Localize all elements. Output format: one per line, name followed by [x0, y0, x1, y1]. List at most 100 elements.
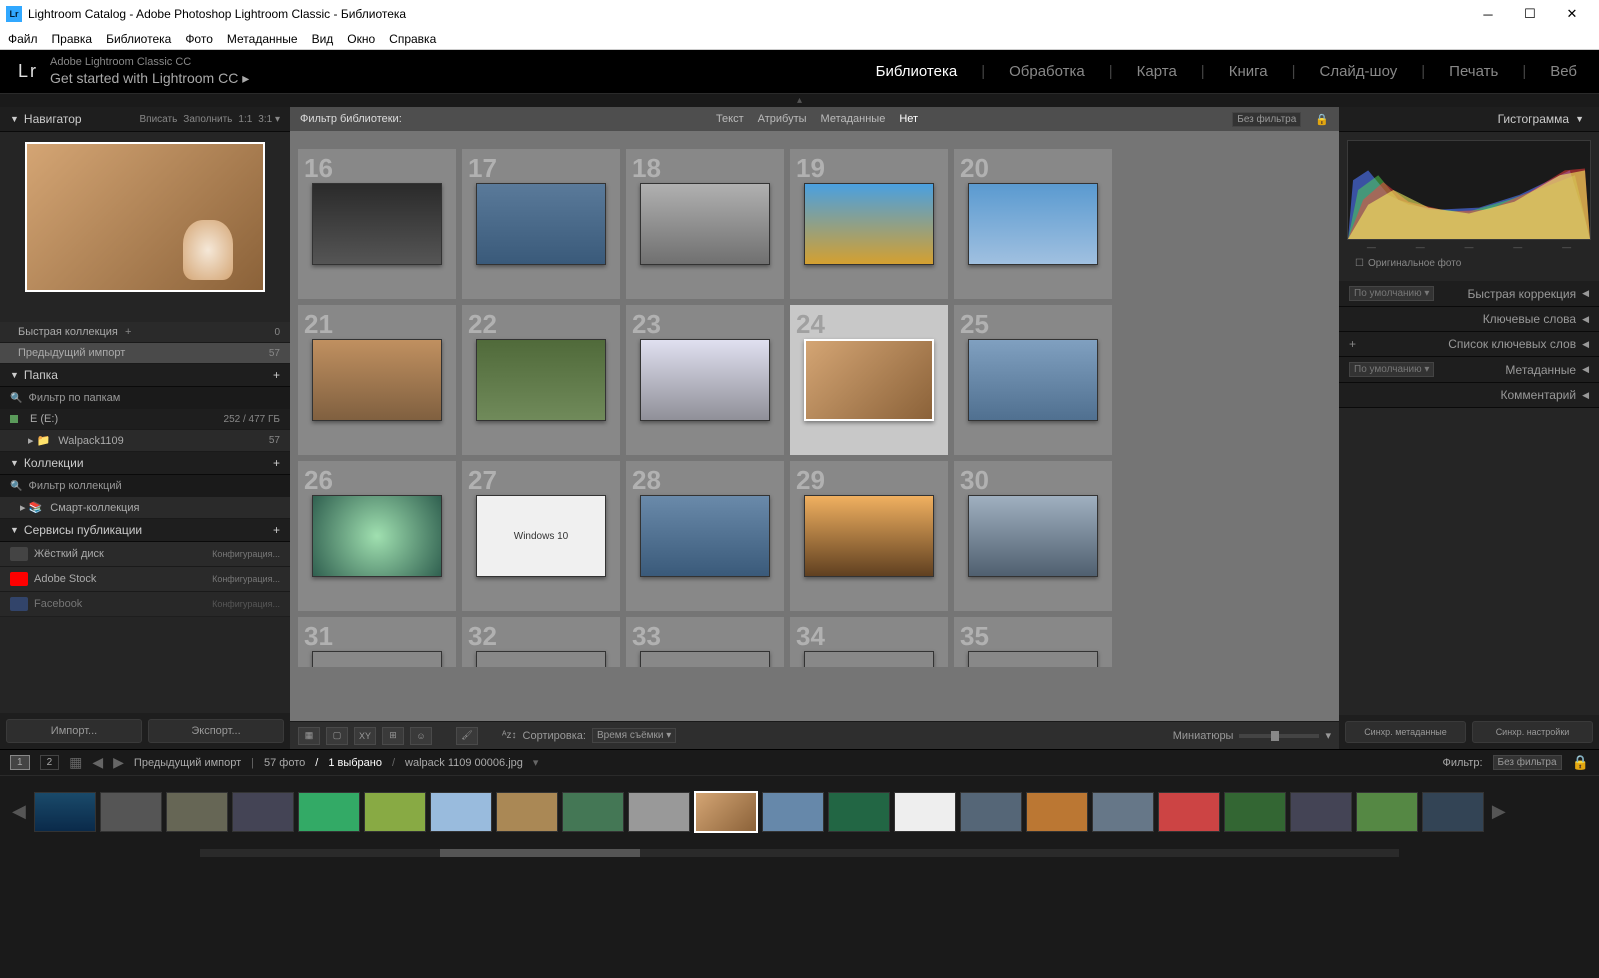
quick-develop-header[interactable]: По умолчанию ▾ Быстрая коррекция◀: [1339, 281, 1599, 307]
import-button[interactable]: Импорт...: [6, 719, 142, 743]
grid-cell[interactable]: 29: [790, 461, 948, 611]
filmstrip-thumb[interactable]: [828, 792, 890, 832]
grid-cell[interactable]: 17: [462, 149, 620, 299]
painter-icon[interactable]: 🖌: [456, 727, 478, 745]
filmstrip-thumb[interactable]: [1290, 792, 1352, 832]
navigator-header[interactable]: ▼ Навигатор Вписать Заполнить 1:1 3:1 ▾: [0, 107, 290, 132]
menu-help[interactable]: Справка: [389, 32, 436, 46]
folders-header[interactable]: ▼Папка+: [0, 364, 290, 387]
grid-cell[interactable]: 16: [298, 149, 456, 299]
module-print[interactable]: Печать: [1445, 63, 1502, 80]
grid[interactable]: 16 17 18 19 20 21 22 23 24 25 26 27Windo…: [290, 131, 1339, 721]
filmstrip-thumb[interactable]: [1026, 792, 1088, 832]
original-photo-check[interactable]: ☐ Оригинальное фото: [1347, 254, 1591, 273]
grid-cell[interactable]: 31: [298, 617, 456, 667]
close-button[interactable]: ✕: [1551, 0, 1593, 28]
filmstrip-thumb[interactable]: [100, 792, 162, 832]
filmstrip-thumb[interactable]: [1422, 792, 1484, 832]
catalog-prev-import[interactable]: Предыдущий импорт 57: [0, 343, 290, 364]
module-book[interactable]: Книга: [1225, 63, 1272, 80]
filmstrip-thumb[interactable]: [1158, 792, 1220, 832]
filmstrip-thumb[interactable]: [960, 792, 1022, 832]
filmstrip-thumb[interactable]: [1356, 792, 1418, 832]
maximize-button[interactable]: ☐: [1509, 0, 1551, 28]
filmstrip-thumb[interactable]: [34, 792, 96, 832]
collection-filter[interactable]: 🔍 Фильтр коллекций: [0, 475, 290, 497]
filmstrip-thumb-selected[interactable]: [694, 791, 758, 833]
metadata-header[interactable]: По умолчанию ▾ Метаданные◀: [1339, 357, 1599, 383]
status-filter-dd[interactable]: Без фильтра: [1493, 755, 1562, 770]
filmstrip-thumb[interactable]: [496, 792, 558, 832]
grid-cell[interactable]: 34: [790, 617, 948, 667]
view-compare-icon[interactable]: XY: [354, 727, 376, 745]
module-develop[interactable]: Обработка: [1005, 63, 1089, 80]
grid-cell[interactable]: 25: [954, 305, 1112, 455]
export-button[interactable]: Экспорт...: [148, 719, 284, 743]
lock-icon[interactable]: 🔒: [1572, 754, 1589, 771]
grid-cell[interactable]: 23: [626, 305, 784, 455]
folder-walpack[interactable]: ▸ 📁 Walpack1109 57: [0, 430, 290, 452]
filter-attrs[interactable]: Атрибуты: [758, 113, 807, 125]
filmstrip-thumb[interactable]: [166, 792, 228, 832]
toolbar-menu-icon[interactable]: ▾: [1325, 729, 1331, 742]
filmstrip-thumb[interactable]: [1092, 792, 1154, 832]
thumbnail-size-slider[interactable]: [1239, 734, 1319, 738]
sort-dropdown[interactable]: Время съёмки ▾: [592, 728, 676, 743]
nav-fit[interactable]: Вписать: [139, 114, 177, 125]
view-loupe-icon[interactable]: ▢: [326, 727, 348, 745]
grid-cell[interactable]: 27Windows 10: [462, 461, 620, 611]
histogram[interactable]: [1347, 140, 1591, 240]
quick-preset-dd[interactable]: По умолчанию ▾: [1349, 286, 1434, 301]
filter-text[interactable]: Текст: [716, 113, 744, 125]
view-survey-icon[interactable]: ⊞: [382, 727, 404, 745]
status-filename[interactable]: walpack 1109 00006.jpg: [405, 757, 523, 769]
filmstrip-left-arrow[interactable]: ◀: [8, 801, 30, 822]
nav-31[interactable]: 3:1 ▾: [258, 114, 280, 125]
comment-header[interactable]: Комментарий◀: [1339, 383, 1599, 408]
nav-11[interactable]: 1:1: [238, 114, 252, 125]
grid-cell[interactable]: 28: [626, 461, 784, 611]
filmstrip-thumb[interactable]: [894, 792, 956, 832]
keywordlist-header[interactable]: + Список ключевых слов◀: [1339, 332, 1599, 357]
grid-cell[interactable]: 33: [626, 617, 784, 667]
status-source[interactable]: Предыдущий импорт: [134, 757, 241, 769]
sync-metadata-button[interactable]: Синхр. метаданные: [1345, 721, 1466, 743]
publish-hdd[interactable]: Жёсткий диск Конфигурация...: [0, 542, 290, 567]
grid-cell[interactable]: 30: [954, 461, 1112, 611]
grid-cell[interactable]: 32: [462, 617, 620, 667]
metadata-preset-dd[interactable]: По умолчанию ▾: [1349, 362, 1434, 377]
publish-header[interactable]: ▼Сервисы публикации+: [0, 519, 290, 542]
drive-e[interactable]: E (E:) 252 / 477 ГБ: [0, 409, 290, 430]
view-grid-icon[interactable]: ▦: [298, 727, 320, 745]
lock-icon[interactable]: 🔒: [1315, 113, 1329, 126]
filter-preset[interactable]: Без фильтра: [1232, 112, 1301, 127]
filmstrip-thumb[interactable]: [298, 792, 360, 832]
menu-photo[interactable]: Фото: [185, 32, 213, 46]
grid-cell[interactable]: 20: [954, 149, 1112, 299]
menu-file[interactable]: Файл: [8, 32, 38, 46]
module-web[interactable]: Веб: [1546, 63, 1581, 80]
publish-adobe-stock[interactable]: Adobe Stock Конфигурация...: [0, 567, 290, 592]
sort-az-icon[interactable]: ᴬz↕: [502, 730, 517, 741]
keywords-header[interactable]: Ключевые слова◀: [1339, 307, 1599, 332]
page-2[interactable]: 2: [40, 755, 60, 770]
menu-edit[interactable]: Правка: [52, 32, 93, 46]
grid-cell[interactable]: 21: [298, 305, 456, 455]
filter-meta[interactable]: Метаданные: [821, 113, 886, 125]
publish-facebook[interactable]: Facebook Конфигурация...: [0, 592, 290, 617]
collections-header[interactable]: ▼Коллекции+: [0, 452, 290, 475]
grid-cell-selected[interactable]: 24: [790, 305, 948, 455]
filmstrip-thumb[interactable]: [364, 792, 426, 832]
module-slideshow[interactable]: Слайд-шоу: [1316, 63, 1402, 80]
menu-view[interactable]: Вид: [312, 32, 334, 46]
view-grid-small-icon[interactable]: ▦: [69, 754, 82, 771]
grid-cell[interactable]: 22: [462, 305, 620, 455]
view-people-icon[interactable]: ☺: [410, 727, 432, 745]
nav-fill[interactable]: Заполнить: [183, 114, 232, 125]
filmstrip-thumb[interactable]: [1224, 792, 1286, 832]
page-1[interactable]: 1: [10, 755, 30, 770]
minimize-button[interactable]: ─: [1467, 0, 1509, 28]
prev-arrow-icon[interactable]: ◀: [92, 754, 103, 771]
filmstrip-thumb[interactable]: [232, 792, 294, 832]
filter-none[interactable]: Нет: [899, 113, 918, 125]
